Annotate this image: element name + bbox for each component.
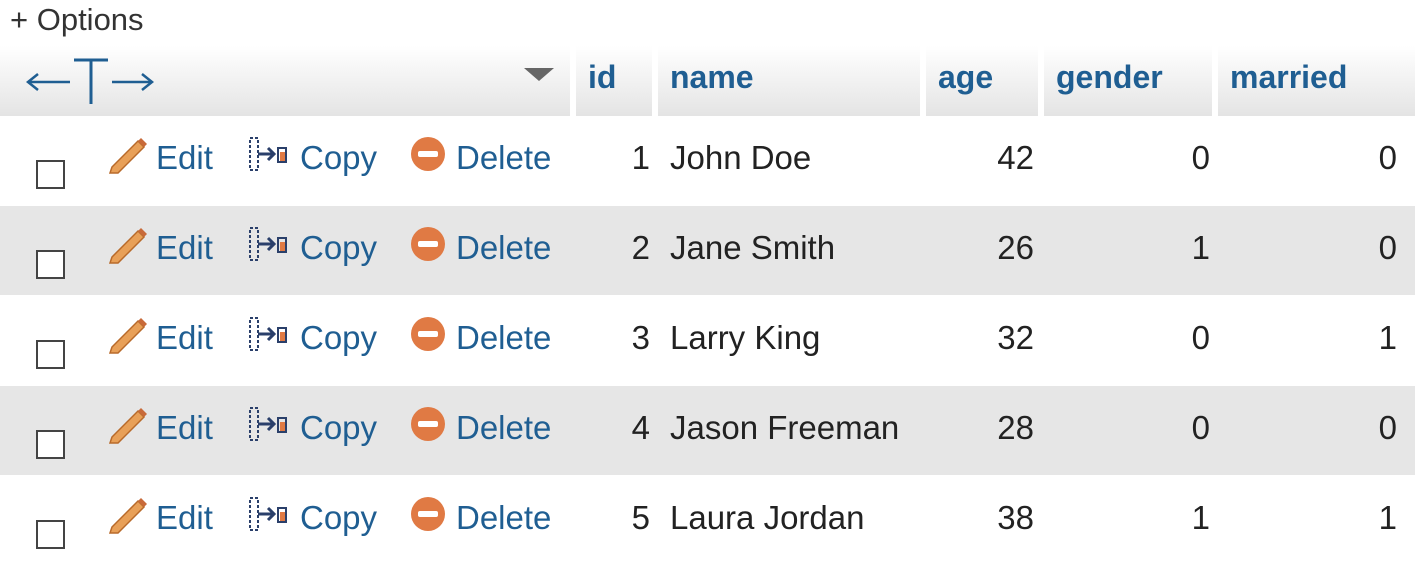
row-checkbox[interactable] [36,430,65,459]
copy-link[interactable]: Copy [246,494,377,542]
header-name[interactable]: name [658,46,920,116]
table-row: Edit Copy Delete 5 Laura Jordan 38 1 1 [0,476,1415,565]
edit-link[interactable]: Edit [106,314,213,362]
header-age[interactable]: age [926,46,1038,116]
row-checkbox[interactable] [36,250,65,279]
table-row: Edit Copy Delete 4 Jason Freeman 28 0 0 [0,386,1415,475]
cell-id: 5 [631,499,650,536]
copy-icon [246,134,294,187]
cell-name: Jane Smith [670,229,836,266]
edit-label: Edit [156,409,213,447]
table-row: Edit Copy Delete 3 Larry King 32 0 1 [0,296,1415,385]
row-checkbox[interactable] [36,520,65,549]
edit-link[interactable]: Edit [106,404,213,452]
edit-label: Edit [156,139,213,177]
arrows-svg [25,58,155,104]
cell-name: Jason Freeman [670,409,900,446]
cell-age: 32 [997,319,1034,356]
pencil-icon [106,314,150,367]
copy-icon [246,314,294,367]
edit-label: Edit [156,499,213,537]
cell-married: 0 [1378,409,1397,446]
header-married[interactable]: married [1218,46,1415,116]
copy-icon [246,404,294,457]
row-checkbox[interactable] [36,340,65,369]
cell-age: 28 [997,409,1034,446]
cell-married: 0 [1378,229,1397,266]
copy-link[interactable]: Copy [246,404,377,452]
edit-link[interactable]: Edit [106,494,213,542]
delete-link[interactable]: Delete [408,404,551,452]
delete-label: Delete [456,139,552,177]
delete-label: Delete [456,409,552,447]
header-gender[interactable]: gender [1044,46,1212,116]
column-resize-arrows-icon[interactable] [24,46,155,106]
copy-link[interactable]: Copy [246,224,377,272]
delete-icon [408,224,450,277]
cell-id: 3 [631,319,650,356]
cell-married: 1 [1378,319,1397,356]
edit-link[interactable]: Edit [106,134,213,182]
delete-link[interactable]: Delete [408,494,551,542]
header-actions-cell [0,46,570,116]
copy-icon [246,494,294,547]
pencil-icon [106,134,150,187]
cell-id: 1 [631,139,650,176]
edit-label: Edit [156,229,213,267]
delete-icon [408,314,450,367]
delete-label: Delete [456,319,552,357]
copy-label: Copy [300,319,378,357]
cell-married: 1 [1378,499,1397,536]
delete-link[interactable]: Delete [408,224,551,272]
cell-age: 38 [997,499,1034,536]
copy-label: Copy [300,409,378,447]
edit-link[interactable]: Edit [106,224,213,272]
delete-icon [408,494,450,547]
cell-name: Larry King [670,319,821,356]
cell-gender: 0 [1191,319,1210,356]
table-row: Edit Copy Delete 2 Jane Smith 26 1 0 [0,206,1415,295]
cell-gender: 1 [1191,229,1210,266]
cell-age: 42 [997,139,1034,176]
pencil-icon [106,494,150,547]
delete-icon [408,134,450,187]
cell-id: 4 [631,409,650,446]
cell-id: 2 [631,229,650,266]
cell-age: 26 [997,229,1034,266]
copy-label: Copy [300,499,378,537]
cell-gender: 1 [1191,499,1210,536]
copy-label: Copy [300,139,378,177]
delete-icon [408,404,450,457]
edit-label: Edit [156,319,213,357]
cell-gender: 0 [1191,409,1210,446]
header-id[interactable]: id [576,46,652,116]
chevron-down-icon[interactable] [524,68,554,81]
pencil-icon [106,404,150,457]
delete-link[interactable]: Delete [408,314,551,362]
copy-link[interactable]: Copy [246,134,377,182]
options-toggle[interactable]: + Options [10,2,144,38]
row-checkbox[interactable] [36,160,65,189]
table-header: id name age gender married [0,46,1415,116]
copy-label: Copy [300,229,378,267]
cell-gender: 0 [1191,139,1210,176]
table-row: Edit Copy Delete 1 John Doe 42 0 0 [0,116,1415,205]
cell-name: Laura Jordan [670,499,865,536]
copy-icon [246,224,294,277]
delete-link[interactable]: Delete [408,134,551,182]
pencil-icon [106,224,150,277]
cell-name: John Doe [670,139,812,176]
delete-label: Delete [456,499,552,537]
copy-link[interactable]: Copy [246,314,377,362]
delete-label: Delete [456,229,552,267]
cell-married: 0 [1378,139,1397,176]
